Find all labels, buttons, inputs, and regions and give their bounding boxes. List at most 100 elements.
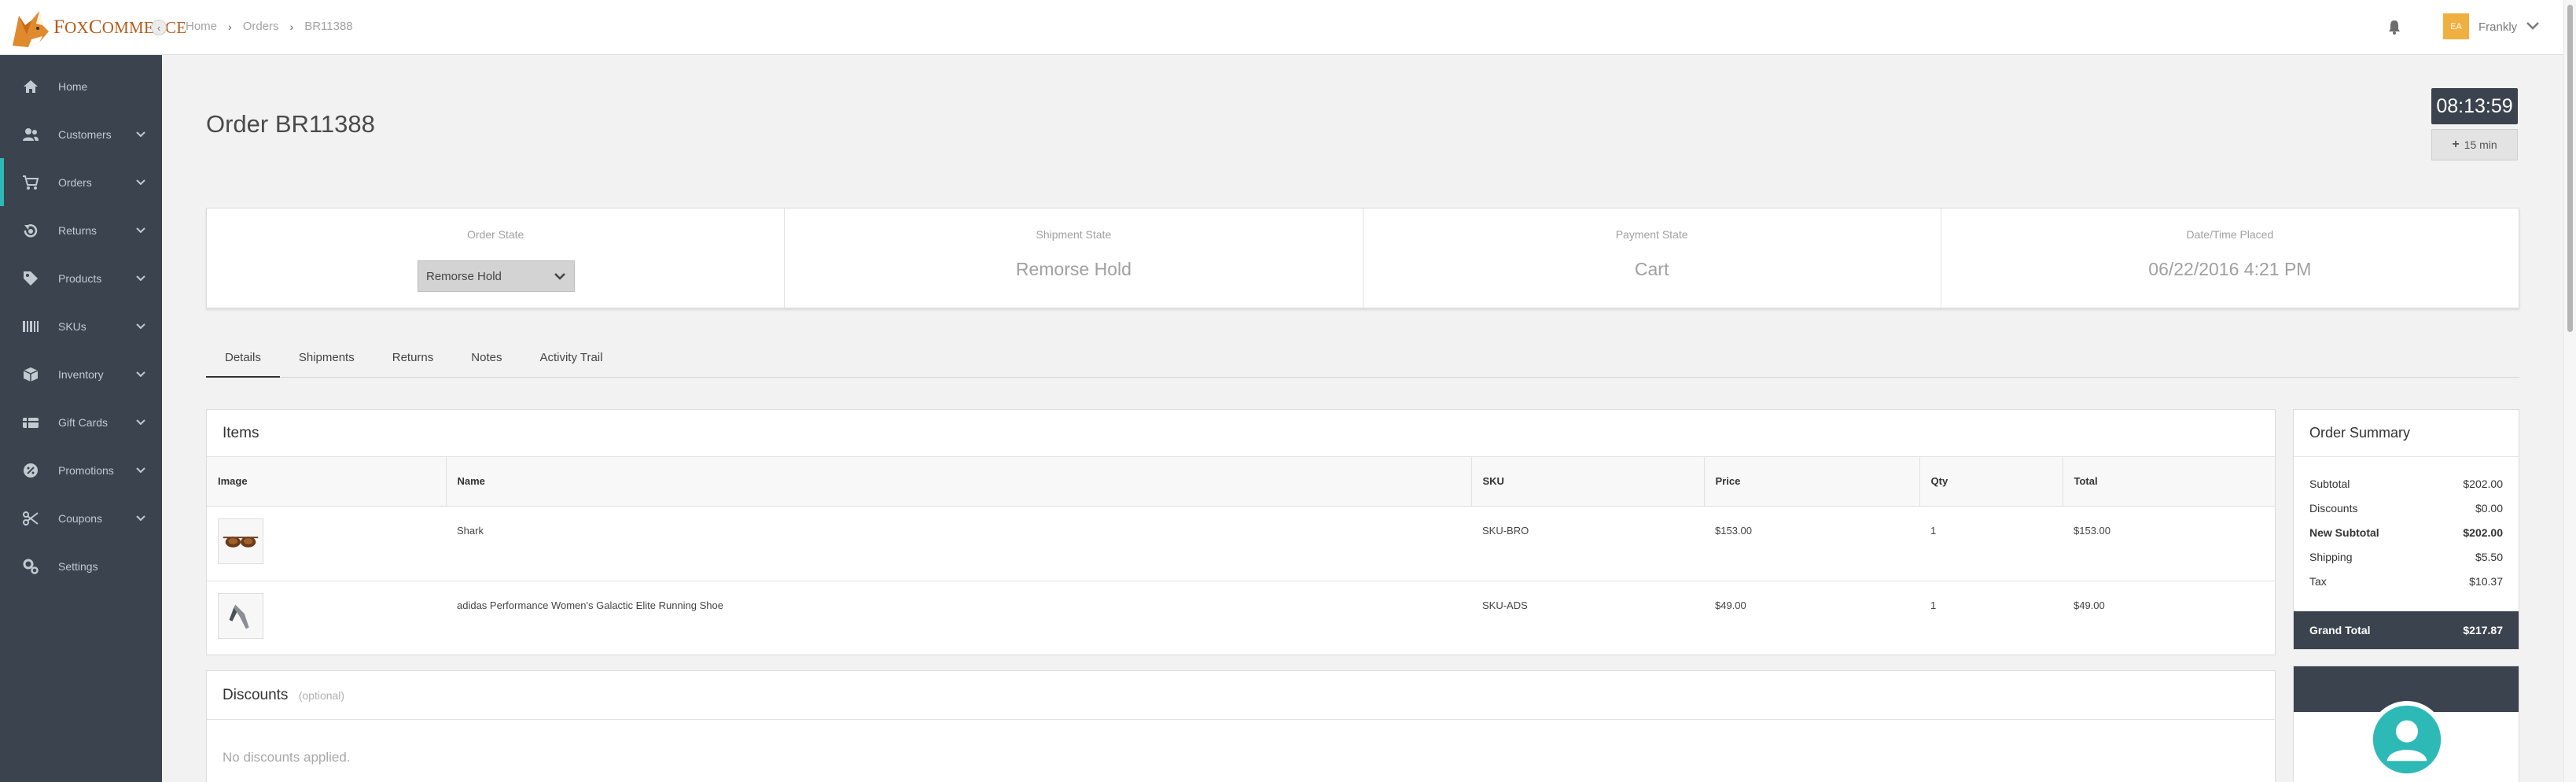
sidebar-item-label: Coupons — [58, 511, 103, 525]
discounts-card: Discounts (optional) No discounts applie… — [206, 670, 2276, 782]
returns-icon — [24, 223, 38, 238]
fox-logo-icon — [13, 11, 49, 47]
table-row: adidas Performance Women's Galactic Elit… — [207, 581, 2275, 655]
item-name: Shark — [446, 506, 1471, 581]
order-state-label: Order State — [466, 228, 524, 241]
summary-label: Shipping — [2309, 551, 2353, 563]
order-state: Order State Remorse Hold — [207, 208, 786, 308]
gears-icon — [23, 559, 39, 574]
item-image-cell — [207, 506, 446, 581]
promo-icon — [24, 463, 38, 478]
column-header-image: Image — [207, 457, 447, 507]
breadcrumb-current: BR11388 — [304, 20, 353, 33]
item-price: $153.00 — [1704, 506, 1919, 581]
chevron-right-icon: › — [289, 20, 294, 33]
summary-subtotal: Subtotal $202.00 — [2309, 478, 2503, 490]
sidebar-item-orders[interactable]: Orders — [0, 158, 162, 206]
sidebar-item-home[interactable]: Home — [0, 62, 162, 110]
sidebar-item-products[interactable]: Products — [0, 254, 162, 302]
sunglasses-image — [218, 518, 263, 564]
users-icon — [23, 127, 39, 141]
summary-value: $5.50 — [2475, 551, 2503, 563]
sidebar-item-label: Returns — [58, 223, 98, 237]
scissors-icon — [23, 511, 39, 526]
order-tabs: Details Shipments Returns Notes Activity… — [206, 346, 2519, 378]
sidebar-item-gift-cards[interactable]: Gift Cards — [0, 398, 162, 446]
plus-icon: + — [2452, 138, 2460, 151]
cart-icon — [23, 175, 39, 190]
order-state-dropdown[interactable]: Remorse Hold — [418, 260, 575, 292]
sidebar-item-label: SKUs — [58, 319, 86, 333]
sidebar-item-coupons[interactable]: Coupons — [0, 494, 162, 542]
scrollbar-thumb[interactable] — [2567, 5, 2573, 332]
breadcrumb-orders[interactable]: Orders — [243, 20, 279, 33]
column-header-name: Name — [446, 457, 1472, 507]
tab-notes[interactable]: Notes — [452, 346, 521, 378]
item-qty: 1 — [1930, 599, 1937, 611]
tab-details[interactable]: Details — [206, 346, 280, 378]
summary-value: $10.37 — [2469, 575, 2503, 588]
column-header-price: Price — [1704, 457, 1920, 507]
sidebar-item-label: Inventory — [58, 367, 104, 381]
payment-state-value: Cart — [1634, 259, 1669, 279]
sidebar-item-settings[interactable]: Settings — [0, 542, 162, 590]
date-placed: Date/Time Placed 06/22/2016 4:21 PM — [1941, 208, 2519, 308]
sidebar-item-label: Customers — [58, 127, 112, 141]
page-title: Order BR11388 — [206, 110, 375, 138]
gift-card-icon — [23, 417, 39, 428]
tab-activity-trail[interactable]: Activity Trail — [521, 346, 621, 378]
sidebar-item-label: Gift Cards — [58, 415, 109, 429]
box-icon — [23, 367, 39, 382]
shoe-image — [218, 592, 263, 639]
summary-discounts: Discounts $0.00 — [2309, 502, 2503, 515]
breadcrumb-home[interactable]: Home — [186, 20, 217, 33]
chevron-down-icon — [136, 371, 145, 377]
shipment-state-label: Shipment State — [1036, 228, 1112, 241]
sidebar-item-inventory[interactable]: Inventory — [0, 350, 162, 398]
order-summary-title: Order Summary — [2294, 410, 2519, 457]
barcode-icon — [23, 320, 39, 332]
chevron-down-icon — [136, 515, 145, 521]
item-image-cell — [207, 581, 446, 655]
date-placed-value: 06/22/2016 4:21 PM — [2148, 259, 2312, 279]
sidebar-item-label: Home — [58, 79, 88, 93]
add-time-button[interactable]: + 15 min — [2431, 129, 2518, 160]
chevron-down-icon — [136, 467, 145, 473]
summary-tax: Tax $10.37 — [2309, 575, 2503, 588]
sidebar-item-skus[interactable]: SKUs — [0, 302, 162, 350]
discounts-header: Discounts (optional) — [207, 671, 2275, 720]
tab-returns[interactable]: Returns — [374, 346, 453, 378]
item-sku: SKU-ADS — [1482, 599, 1528, 611]
column-header-total: Total — [2063, 457, 2275, 507]
chevron-right-icon: › — [228, 20, 232, 33]
chevron-down-icon — [136, 227, 145, 233]
bell-icon[interactable] — [2387, 20, 2401, 35]
items-title: Items — [207, 410, 2275, 457]
chevron-down-icon[interactable] — [2526, 20, 2540, 31]
sidebar-item-returns[interactable]: Returns — [0, 206, 162, 254]
column-header-qty: Qty — [1919, 457, 2063, 507]
logo[interactable]: FOXCOMMERCE — [0, 0, 186, 55]
item-name: adidas Performance Women's Galactic Elit… — [457, 599, 723, 611]
summary-value: $202.00 — [2463, 478, 2503, 490]
tab-shipments[interactable]: Shipments — [280, 346, 374, 378]
order-states-panel: Order State Remorse Hold Shipment State … — [206, 208, 2519, 308]
avatar[interactable]: EA — [2443, 13, 2469, 39]
chevron-down-icon — [136, 323, 145, 329]
summary-label: New Subtotal — [2309, 526, 2379, 539]
summary-value: $202.00 — [2463, 526, 2503, 539]
payment-state: Payment State Cart — [1363, 208, 1941, 308]
summary-new-subtotal: New Subtotal $202.00 — [2309, 526, 2503, 539]
top-header: FOXCOMMERCE ‹ Home › Orders › BR11388 EA… — [0, 0, 2576, 55]
items-card: Items Image Name SKU Price Qty Total Sha… — [206, 409, 2276, 655]
sidebar-item-promotions[interactable]: Promotions — [0, 446, 162, 494]
customer-card — [2293, 666, 2519, 782]
sidebar-item-label: Products — [58, 271, 102, 285]
sidebar-item-customers[interactable]: Customers — [0, 110, 162, 158]
order-state-value: Remorse Hold — [426, 269, 502, 283]
grand-total-label: Grand Total — [2309, 624, 2371, 636]
user-name[interactable]: Frankly — [2478, 20, 2517, 34]
item-qty: 1 — [1919, 506, 2063, 581]
collapse-sidebar-button[interactable]: ‹ — [151, 20, 167, 35]
sidebar-item-label: Settings — [58, 559, 98, 573]
